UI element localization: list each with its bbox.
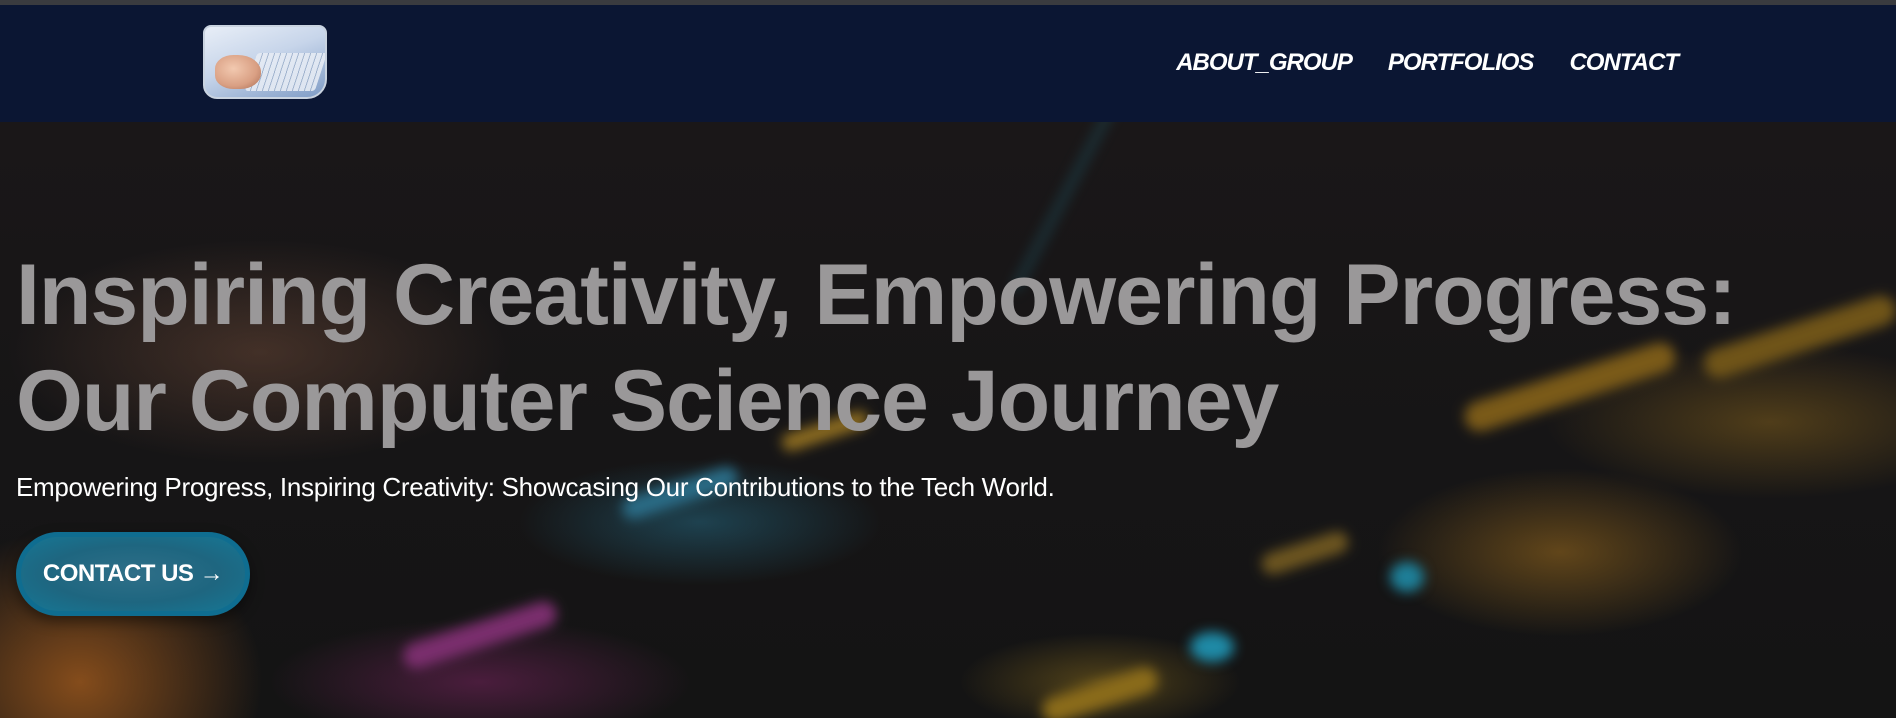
hero-section: Inspiring Creativity, Empowering Progres… bbox=[0, 122, 1896, 718]
nav-portfolios[interactable]: PORTFOLIOS bbox=[1388, 49, 1535, 77]
bg-code-blur bbox=[1190, 632, 1234, 662]
nav-about-group[interactable]: ABOUT_GROUP bbox=[1176, 49, 1353, 77]
hero-subtitle: Empowering Progress, Inspiring Creativit… bbox=[16, 472, 1055, 502]
site-logo[interactable] bbox=[203, 25, 327, 99]
site-header: ABOUT_GROUP PORTFOLIOS CONTACT bbox=[0, 5, 1896, 122]
contact-us-button[interactable]: CONTACT US → bbox=[16, 532, 250, 616]
bg-code-blur bbox=[1390, 562, 1424, 592]
nav-contact[interactable]: CONTACT bbox=[1569, 49, 1679, 77]
bg-code-blur bbox=[399, 597, 561, 673]
main-nav: ABOUT_GROUP PORTFOLIOS CONTACT bbox=[1176, 49, 1679, 77]
hand-graphic bbox=[215, 55, 261, 89]
bg-code-blur bbox=[1038, 664, 1162, 718]
bg-code-blur bbox=[1258, 528, 1352, 578]
hero-title: Inspiring Creativity, Empowering Progres… bbox=[16, 247, 1737, 449]
